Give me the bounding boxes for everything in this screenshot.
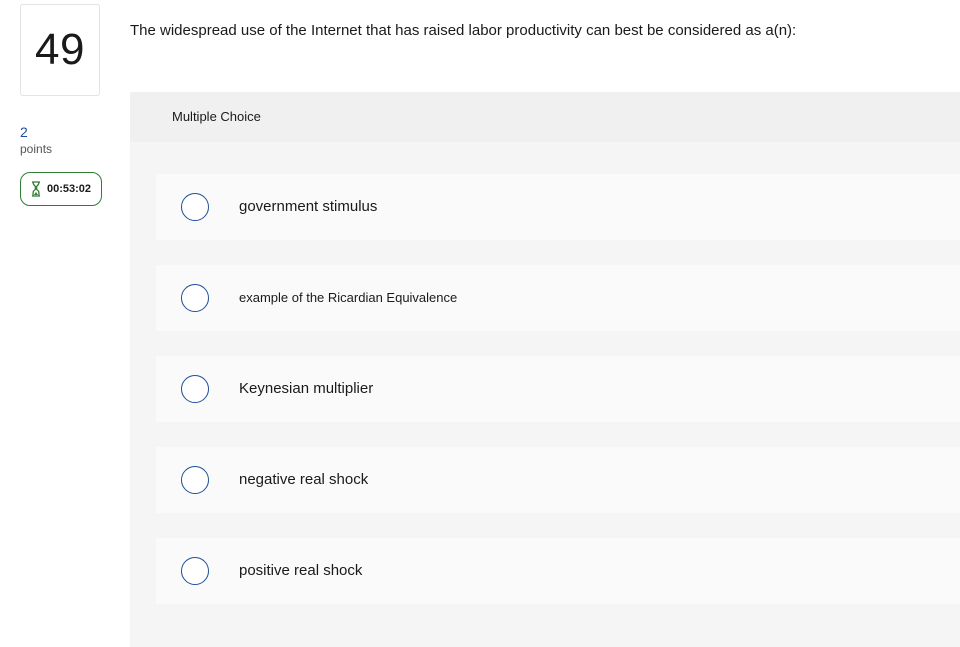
answer-option-label[interactable]: negative real shock — [239, 471, 368, 488]
answer-option[interactable]: negative real shock — [156, 447, 960, 513]
radio-button[interactable] — [181, 557, 209, 585]
answer-option-label[interactable]: positive real shock — [239, 562, 362, 579]
radio-button[interactable] — [181, 193, 209, 221]
answer-option-label[interactable]: government stimulus — [239, 198, 377, 215]
radio-button[interactable] — [181, 375, 209, 403]
answer-option[interactable]: example of the Ricardian Equivalence — [156, 265, 960, 331]
points-label: points — [20, 142, 53, 156]
answer-option[interactable]: government stimulus — [156, 174, 960, 240]
radio-button[interactable] — [181, 284, 209, 312]
answer-option-label[interactable]: Keynesian multiplier — [239, 380, 373, 397]
question-prompt: The widespread use of the Internet that … — [130, 22, 797, 39]
timer-badge: 00:53:02 — [20, 172, 102, 206]
points-value: 2 — [20, 124, 28, 140]
answer-option[interactable]: positive real shock — [156, 538, 960, 604]
panel-header: Multiple Choice — [130, 92, 960, 142]
panel-title: Multiple Choice — [172, 109, 261, 124]
radio-button[interactable] — [181, 466, 209, 494]
answer-option[interactable]: Keynesian multiplier — [156, 356, 960, 422]
timer-text: 00:53:02 — [47, 183, 92, 195]
quiz-page: 49 2 points 00:53:02 The widespread use … — [0, 0, 960, 647]
hourglass-icon — [31, 181, 41, 197]
answer-option-label[interactable]: example of the Ricardian Equivalence — [239, 290, 457, 305]
answer-panel: Multiple Choice government stimulus exam… — [130, 92, 960, 647]
question-number: 49 — [20, 4, 100, 96]
